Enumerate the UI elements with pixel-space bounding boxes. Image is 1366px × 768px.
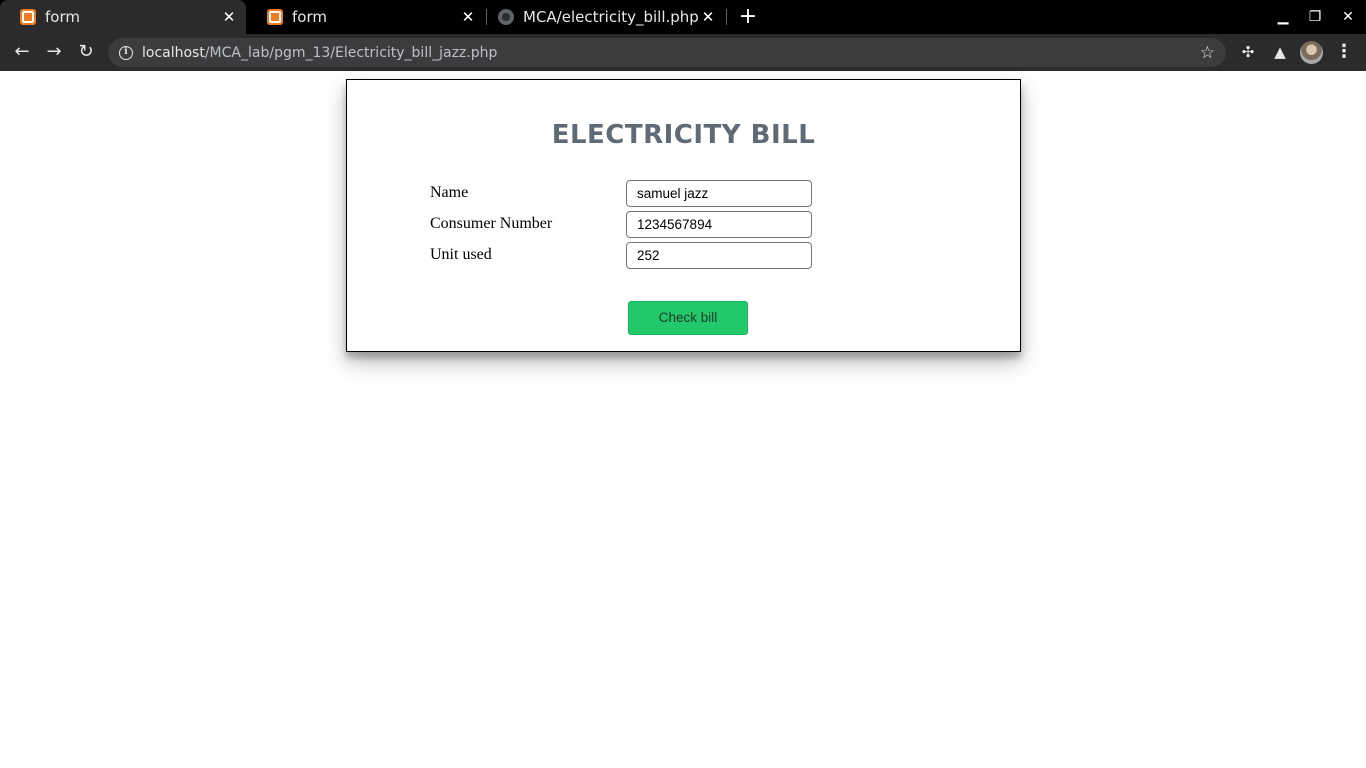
extensions-puzzle-icon[interactable]: ✣ (1236, 40, 1260, 64)
consumer-number-input[interactable]: 1234567894 (626, 211, 812, 238)
page-viewport: ELECTRICITY BILL Name samuel jazz Consum… (0, 71, 1366, 768)
minimize-icon[interactable]: ▁ (1267, 0, 1299, 34)
xampp-icon (20, 9, 36, 25)
close-tab-icon[interactable]: ✕ (699, 8, 717, 26)
page-title: ELECTRICITY BILL (551, 120, 816, 150)
github-icon (498, 9, 514, 25)
restore-icon[interactable]: ❐ (1299, 0, 1331, 34)
tab-divider (726, 9, 727, 25)
consumer-number-label: Consumer Number (430, 215, 553, 232)
close-tab-icon[interactable]: ✕ (220, 8, 238, 26)
tab-title: form (292, 8, 327, 26)
site-info-icon[interactable]: i (119, 45, 133, 60)
new-tab-plus-icon[interactable]: + (736, 4, 760, 30)
address-bar[interactable]: i localhost/MCA_lab/pgm_13/Electricity_b… (108, 38, 1226, 67)
url-path: /MCA_lab/pgm_13/Electricity_bill_jazz.ph… (204, 44, 498, 61)
units-used-label: Unit used (430, 246, 492, 263)
reload-icon[interactable]: ↻ (71, 37, 101, 67)
xampp-icon (267, 9, 283, 25)
url-text[interactable]: localhost/MCA_lab/pgm_13/Electricity_bil… (142, 45, 1200, 61)
bookmark-star-icon[interactable]: ☆ (1200, 43, 1215, 63)
close-tab-icon[interactable]: ✕ (459, 8, 477, 26)
profile-avatar[interactable] (1300, 41, 1323, 64)
window-close-icon[interactable]: ✕ (1332, 0, 1364, 34)
tab-title: form (45, 8, 80, 26)
name-label: Name (430, 184, 469, 201)
back-arrow-icon[interactable]: ← (7, 37, 37, 67)
units-used-input[interactable]: 252 (626, 242, 812, 269)
bill-form-card: ELECTRICITY BILL Name samuel jazz Consum… (346, 79, 1021, 352)
browser-toolbar: ← → ↻ i localhost/MCA_lab/pgm_13/Electri… (0, 34, 1366, 71)
tab-strip: form ✕ form ✕ MCA/electricity_bill.php ✕… (0, 0, 1366, 34)
tab-github[interactable]: MCA/electricity_bill.php ✕ (487, 0, 725, 34)
tab-form-1[interactable]: form ✕ (0, 0, 246, 34)
forward-arrow-icon[interactable]: → (39, 37, 69, 67)
tab-title: MCA/electricity_bill.php (523, 8, 699, 26)
labs-flask-icon[interactable]: ▲ (1268, 40, 1292, 64)
name-input[interactable]: samuel jazz (626, 180, 812, 207)
url-host: localhost (142, 44, 205, 61)
check-bill-button[interactable]: Check bill (628, 301, 748, 335)
tab-form-2[interactable]: form ✕ (247, 0, 485, 34)
browser-menu-icon[interactable]: ⋮ (1334, 40, 1354, 64)
